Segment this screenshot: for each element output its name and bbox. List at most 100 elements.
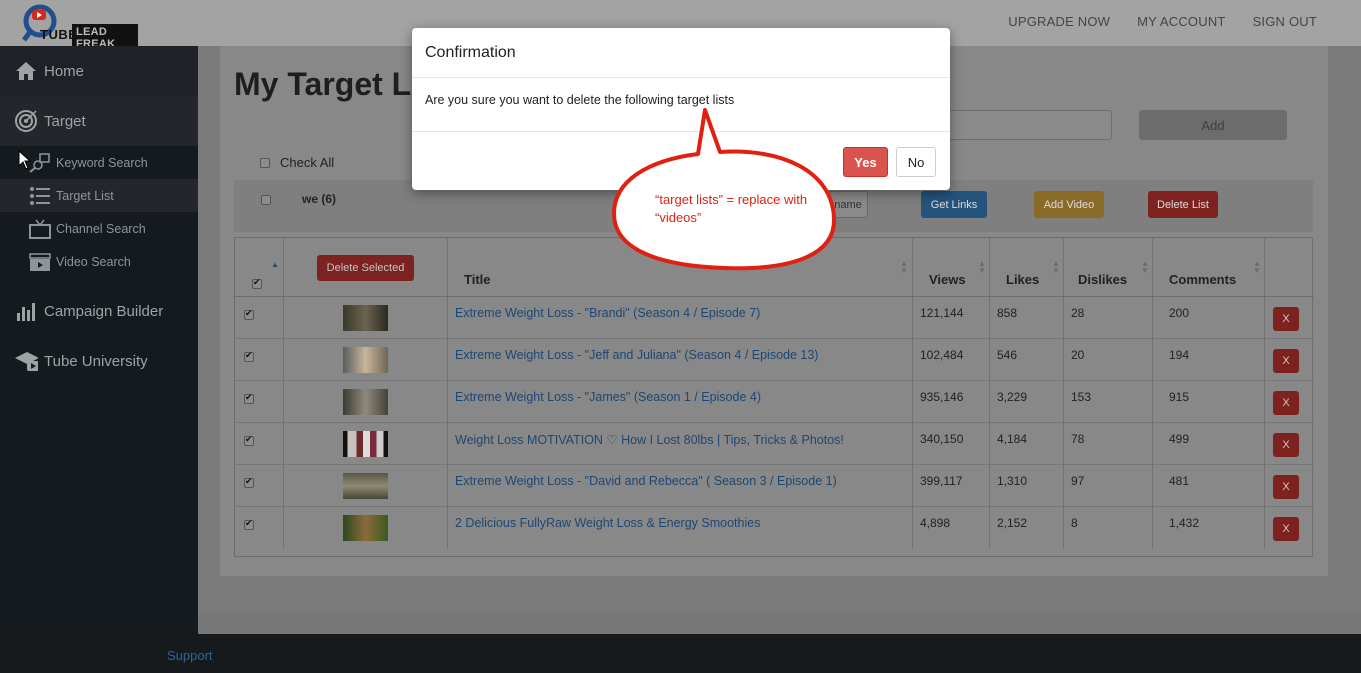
row-checkbox[interactable] — [244, 518, 254, 530]
sidebar-item-label: Tube University — [44, 352, 148, 370]
views-cell: 121,144 — [920, 306, 964, 320]
video-thumbnail[interactable] — [343, 305, 388, 331]
views-cell: 935,146 — [920, 390, 964, 404]
dislikes-cell: 20 — [1071, 348, 1085, 362]
sidebar-item-video-search[interactable]: Video Search — [0, 245, 198, 278]
row-checkbox[interactable] — [244, 434, 254, 446]
likes-cell: 3,229 — [997, 390, 1028, 404]
video-title-link[interactable]: Extreme Weight Loss - "James" (Season 1 … — [455, 390, 761, 404]
list-icon — [28, 185, 52, 207]
row-checkbox[interactable] — [244, 476, 254, 488]
bar-chart-icon — [14, 299, 38, 323]
check-all-checkbox[interactable] — [260, 157, 270, 168]
row-checkbox[interactable] — [244, 350, 254, 362]
add-video-button[interactable]: Add Video — [1034, 191, 1104, 218]
table-row: Extreme Weight Loss - "Brandi" (Season 4… — [235, 297, 1314, 339]
dislikes-cell: 8 — [1071, 516, 1078, 530]
comments-cell: 194 — [1169, 348, 1190, 362]
remove-row-button[interactable]: X — [1273, 475, 1299, 499]
my-account-link[interactable]: MY ACCOUNT — [1137, 14, 1225, 29]
column-header-comments[interactable]: Comments — [1169, 272, 1236, 287]
row-checkbox[interactable] — [244, 392, 254, 404]
clapperboard-icon — [28, 251, 52, 273]
remove-label: X — [1282, 355, 1290, 367]
views-cell: 4,898 — [920, 516, 951, 530]
add-button[interactable]: Add — [1139, 110, 1287, 140]
dislikes-cell: 97 — [1071, 474, 1085, 488]
video-thumbnail[interactable] — [343, 515, 388, 541]
video-thumbnail[interactable] — [343, 431, 388, 457]
video-thumbnail[interactable] — [343, 473, 388, 499]
column-header-dislikes[interactable]: Dislikes — [1078, 272, 1127, 287]
dialog-header: Confirmation — [412, 28, 950, 78]
sidebar-item-label: Keyword Search — [56, 155, 148, 170]
delete-list-label: Delete List — [1157, 198, 1209, 211]
likes-cell: 2,152 — [997, 516, 1028, 530]
remove-label: X — [1282, 439, 1290, 451]
remove-row-button[interactable]: X — [1273, 349, 1299, 373]
remove-label: X — [1282, 313, 1290, 325]
check-all-label: Check All — [280, 155, 335, 170]
sidebar-item-label: Channel Search — [56, 221, 146, 236]
likes-cell: 4,184 — [997, 432, 1028, 446]
list-checkbox[interactable] — [261, 195, 271, 205]
home-icon — [14, 59, 38, 83]
likes-cell: 858 — [997, 306, 1018, 320]
video-title-link[interactable]: Weight Loss MOTIVATION ♡ How I Lost 80lb… — [455, 432, 844, 447]
logo[interactable]: TUBE LEAD FREAK — [14, 4, 138, 52]
dislikes-cell: 153 — [1071, 390, 1092, 404]
tv-icon — [28, 218, 52, 240]
table-row: Extreme Weight Loss - "James" (Season 1 … — [235, 381, 1314, 423]
comments-cell: 915 — [1169, 390, 1190, 404]
table-row: 2 Delicious FullyRaw Weight Loss & Energ… — [235, 507, 1314, 549]
likes-cell: 546 — [997, 348, 1018, 362]
table-row: Extreme Weight Loss - "Jeff and Juliana"… — [235, 339, 1314, 381]
footer: Support — [0, 634, 1361, 673]
sort-icon[interactable]: ▲ ▼ — [978, 260, 986, 275]
video-title-link[interactable]: Extreme Weight Loss - "David and Rebecca… — [455, 474, 837, 488]
video-title-link[interactable]: Extreme Weight Loss - "Jeff and Juliana"… — [455, 348, 818, 362]
video-title-link[interactable]: Extreme Weight Loss - "Brandi" (Season 4… — [455, 306, 760, 320]
remove-row-button[interactable]: X — [1273, 307, 1299, 331]
remove-label: X — [1282, 481, 1290, 493]
delete-list-button[interactable]: Delete List — [1148, 191, 1218, 218]
video-title-link[interactable]: 2 Delicious FullyRaw Weight Loss & Energ… — [455, 516, 760, 530]
sort-icon[interactable]: ▲ ▼ — [900, 260, 908, 275]
sidebar-item-target-list[interactable]: Target List — [0, 179, 198, 212]
sort-icon[interactable]: ▲ ▼ — [1052, 260, 1060, 275]
views-cell: 399,117 — [920, 474, 963, 488]
remove-row-button[interactable]: X — [1273, 391, 1299, 415]
sidebar-item-campaign-builder[interactable]: Campaign Builder — [0, 286, 198, 336]
support-link[interactable]: Support — [167, 648, 213, 663]
sidebar-item-label: Video Search — [56, 254, 131, 269]
delete-selected-button[interactable]: Delete Selected — [317, 255, 414, 281]
sidebar-item-tube-university[interactable]: Tube University — [0, 336, 198, 386]
sort-icon[interactable]: ▲ ▼ — [1141, 260, 1149, 275]
sign-out-link[interactable]: SIGN OUT — [1253, 14, 1317, 29]
sidebar-item-home[interactable]: Home — [0, 46, 198, 96]
video-thumbnail[interactable] — [343, 389, 388, 415]
sort-asc-icon[interactable]: ▲ — [271, 260, 279, 269]
check-all[interactable]: Check All — [260, 155, 334, 170]
column-header-title[interactable]: Title — [464, 272, 491, 287]
sort-icon[interactable]: ▲ ▼ — [1253, 260, 1261, 275]
delete-selected-label: Delete Selected — [326, 262, 405, 274]
column-header-views[interactable]: Views — [929, 272, 966, 287]
upgrade-now-link[interactable]: UPGRADE NOW — [1008, 14, 1110, 29]
dislikes-cell: 28 — [1071, 306, 1085, 320]
get-links-button[interactable]: Get Links — [921, 191, 987, 218]
yes-button[interactable]: Yes — [843, 147, 888, 177]
new-list-input[interactable] — [940, 110, 1112, 140]
select-all-rows-checkbox[interactable] — [252, 277, 262, 289]
sidebar-item-target[interactable]: Target — [0, 96, 198, 146]
column-header-likes[interactable]: Likes — [1006, 272, 1039, 287]
sidebar-item-channel-search[interactable]: Channel Search — [0, 212, 198, 245]
remove-label: X — [1282, 397, 1290, 409]
no-button[interactable]: No — [896, 147, 936, 177]
views-cell: 102,484 — [920, 348, 964, 362]
comments-cell: 499 — [1169, 432, 1190, 446]
row-checkbox[interactable] — [244, 308, 254, 320]
remove-row-button[interactable]: X — [1273, 433, 1299, 457]
remove-row-button[interactable]: X — [1273, 517, 1299, 541]
video-thumbnail[interactable] — [343, 347, 388, 373]
